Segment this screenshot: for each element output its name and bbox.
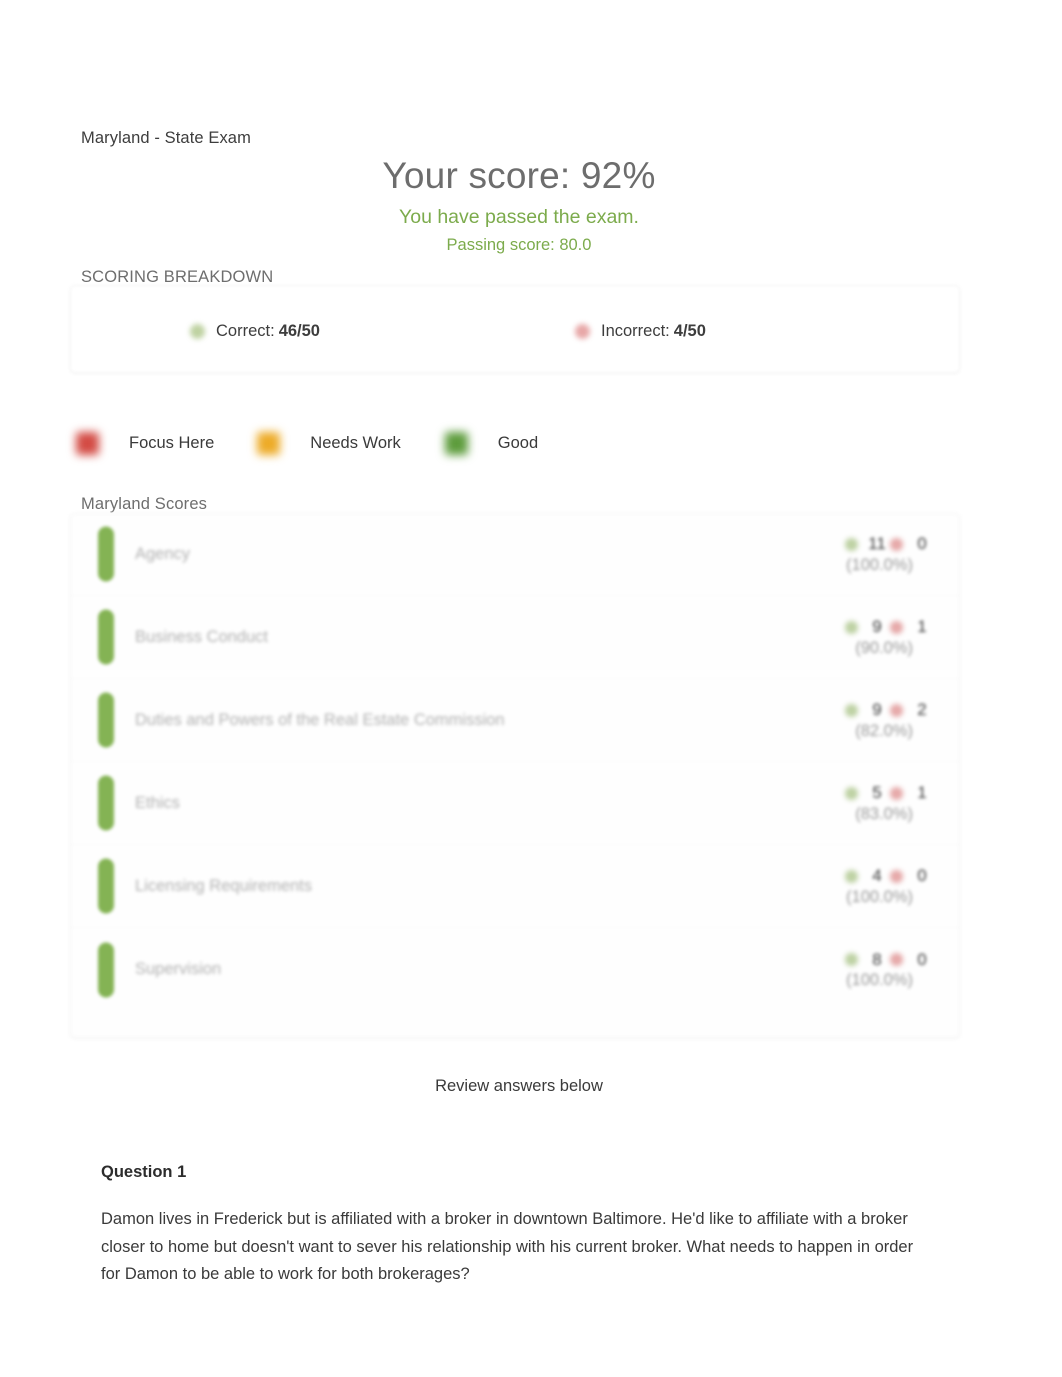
exam-title: Maryland - State Exam	[81, 129, 251, 147]
check-circle-icon	[845, 953, 858, 967]
table-row[interactable]: Licensing Requirements 4 0 (100.0%)	[70, 845, 960, 928]
x-circle-icon	[574, 323, 590, 339]
check-circle-icon	[845, 621, 858, 634]
status-bar-icon	[98, 692, 114, 748]
correct-label: Correct:	[216, 321, 275, 340]
legend-label-focus-here: Focus Here	[129, 434, 215, 452]
check-circle-icon	[190, 323, 205, 339]
correct-count-item: Correct: 46/50	[190, 322, 320, 341]
check-circle-icon	[845, 870, 858, 883]
topic-label: Supervision	[135, 960, 222, 978]
table-row[interactable]: Duties and Powers of the Real Estate Com…	[70, 679, 960, 762]
topic-label: Ethics	[135, 793, 180, 812]
legend-label-good: Good	[497, 434, 539, 452]
score-header: Your score: 92% You have passed the exam…	[0, 152, 1038, 258]
passing-score-line: Passing score: 80.0	[446, 235, 592, 254]
needs-work-swatch-icon	[257, 432, 281, 455]
status-bar-icon	[98, 609, 114, 665]
status-bar-icon	[98, 775, 114, 831]
topic-label: Agency	[135, 544, 191, 563]
scores-table: Agency 11 0 (100.0%) Business Conduct 9	[70, 513, 960, 1038]
topic-percent: (82.0%)	[855, 721, 913, 740]
topic-stats: 8 0 (100.0%)	[675, 949, 935, 991]
good-swatch-icon	[444, 432, 468, 455]
x-circle-icon	[890, 787, 903, 800]
score-heading: Your score: 92%	[382, 155, 656, 196]
topic-stats: 9 2 (82.0%)	[675, 699, 935, 741]
topic-percent: (100.0%)	[846, 887, 913, 906]
topic-percent: (90.0%)	[855, 638, 913, 657]
check-circle-icon	[845, 704, 858, 717]
topic-label: Business Conduct	[135, 627, 268, 646]
legend-label-needs-work: Needs Work	[310, 434, 401, 452]
topic-label: Licensing Requirements	[135, 876, 313, 895]
table-row[interactable]: Ethics 5 1 (83.0%)	[70, 762, 960, 845]
topic-percent: (100.0%)	[846, 555, 913, 574]
incorrect-label: Incorrect:	[600, 321, 670, 340]
legend-item-focus-here: Focus Here	[76, 432, 214, 455]
scoring-breakdown-content: Correct: 46/50 Incorrect: 4/50	[90, 300, 950, 362]
question-title: Question 1	[101, 1163, 187, 1181]
status-bar-icon	[98, 942, 114, 997]
x-circle-icon	[890, 621, 903, 634]
topic-percent: (83.0%)	[855, 804, 913, 823]
topic-label: Duties and Powers of the Real Estate Com…	[135, 710, 505, 729]
x-circle-icon	[890, 704, 903, 717]
topic-percent: (100.0%)	[846, 971, 913, 990]
status-legend: Focus Here Needs Work Good	[76, 432, 578, 455]
table-row[interactable]: Business Conduct 9 1 (90.0%)	[70, 596, 960, 679]
scores-section-label: Maryland Scores	[81, 495, 208, 513]
x-circle-icon	[890, 953, 903, 967]
table-row[interactable]: Agency 11 0 (100.0%)	[70, 513, 960, 596]
x-circle-icon	[890, 538, 903, 551]
check-circle-icon	[845, 538, 858, 551]
status-bar-icon	[98, 858, 114, 914]
table-row[interactable]: Supervision 8 0 (100.0%)	[70, 928, 960, 1011]
legend-item-good: Good	[444, 432, 539, 455]
legend-item-needs-work: Needs Work	[257, 432, 401, 455]
x-circle-icon	[890, 870, 903, 883]
topic-stats: 5 1 (83.0%)	[675, 782, 935, 824]
correct-value: 46/50	[278, 321, 320, 340]
pass-message: You have passed the exam.	[399, 206, 639, 229]
status-bar-icon	[98, 526, 114, 582]
topic-stats: 11 0 (100.0%)	[675, 533, 935, 575]
incorrect-value: 4/50	[673, 321, 706, 340]
question-text: Damon lives in Frederick but is affiliat…	[101, 1210, 914, 1284]
review-answers-heading: Review answers below	[435, 1077, 603, 1095]
topic-stats: 9 1 (90.0%)	[675, 616, 935, 658]
incorrect-count-item: Incorrect: 4/50	[574, 321, 706, 341]
focus-here-swatch-icon	[76, 432, 99, 455]
topic-stats: 4 0 (100.0%)	[675, 865, 935, 907]
check-circle-icon	[845, 787, 858, 800]
